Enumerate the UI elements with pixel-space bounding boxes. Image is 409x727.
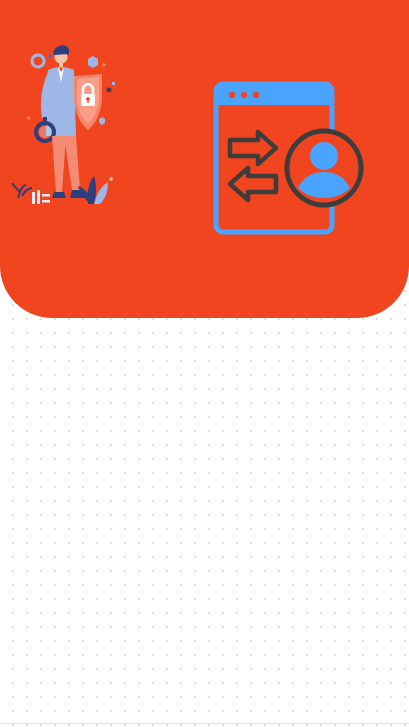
bottom-divider	[0, 723, 409, 724]
security-shield-illustration: + +	[11, 45, 115, 204]
svg-text:+: +	[26, 114, 32, 122]
hero-card: + +	[0, 0, 409, 318]
browser-user-transfer-icon	[213, 81, 364, 235]
svg-text:+: +	[101, 61, 107, 69]
